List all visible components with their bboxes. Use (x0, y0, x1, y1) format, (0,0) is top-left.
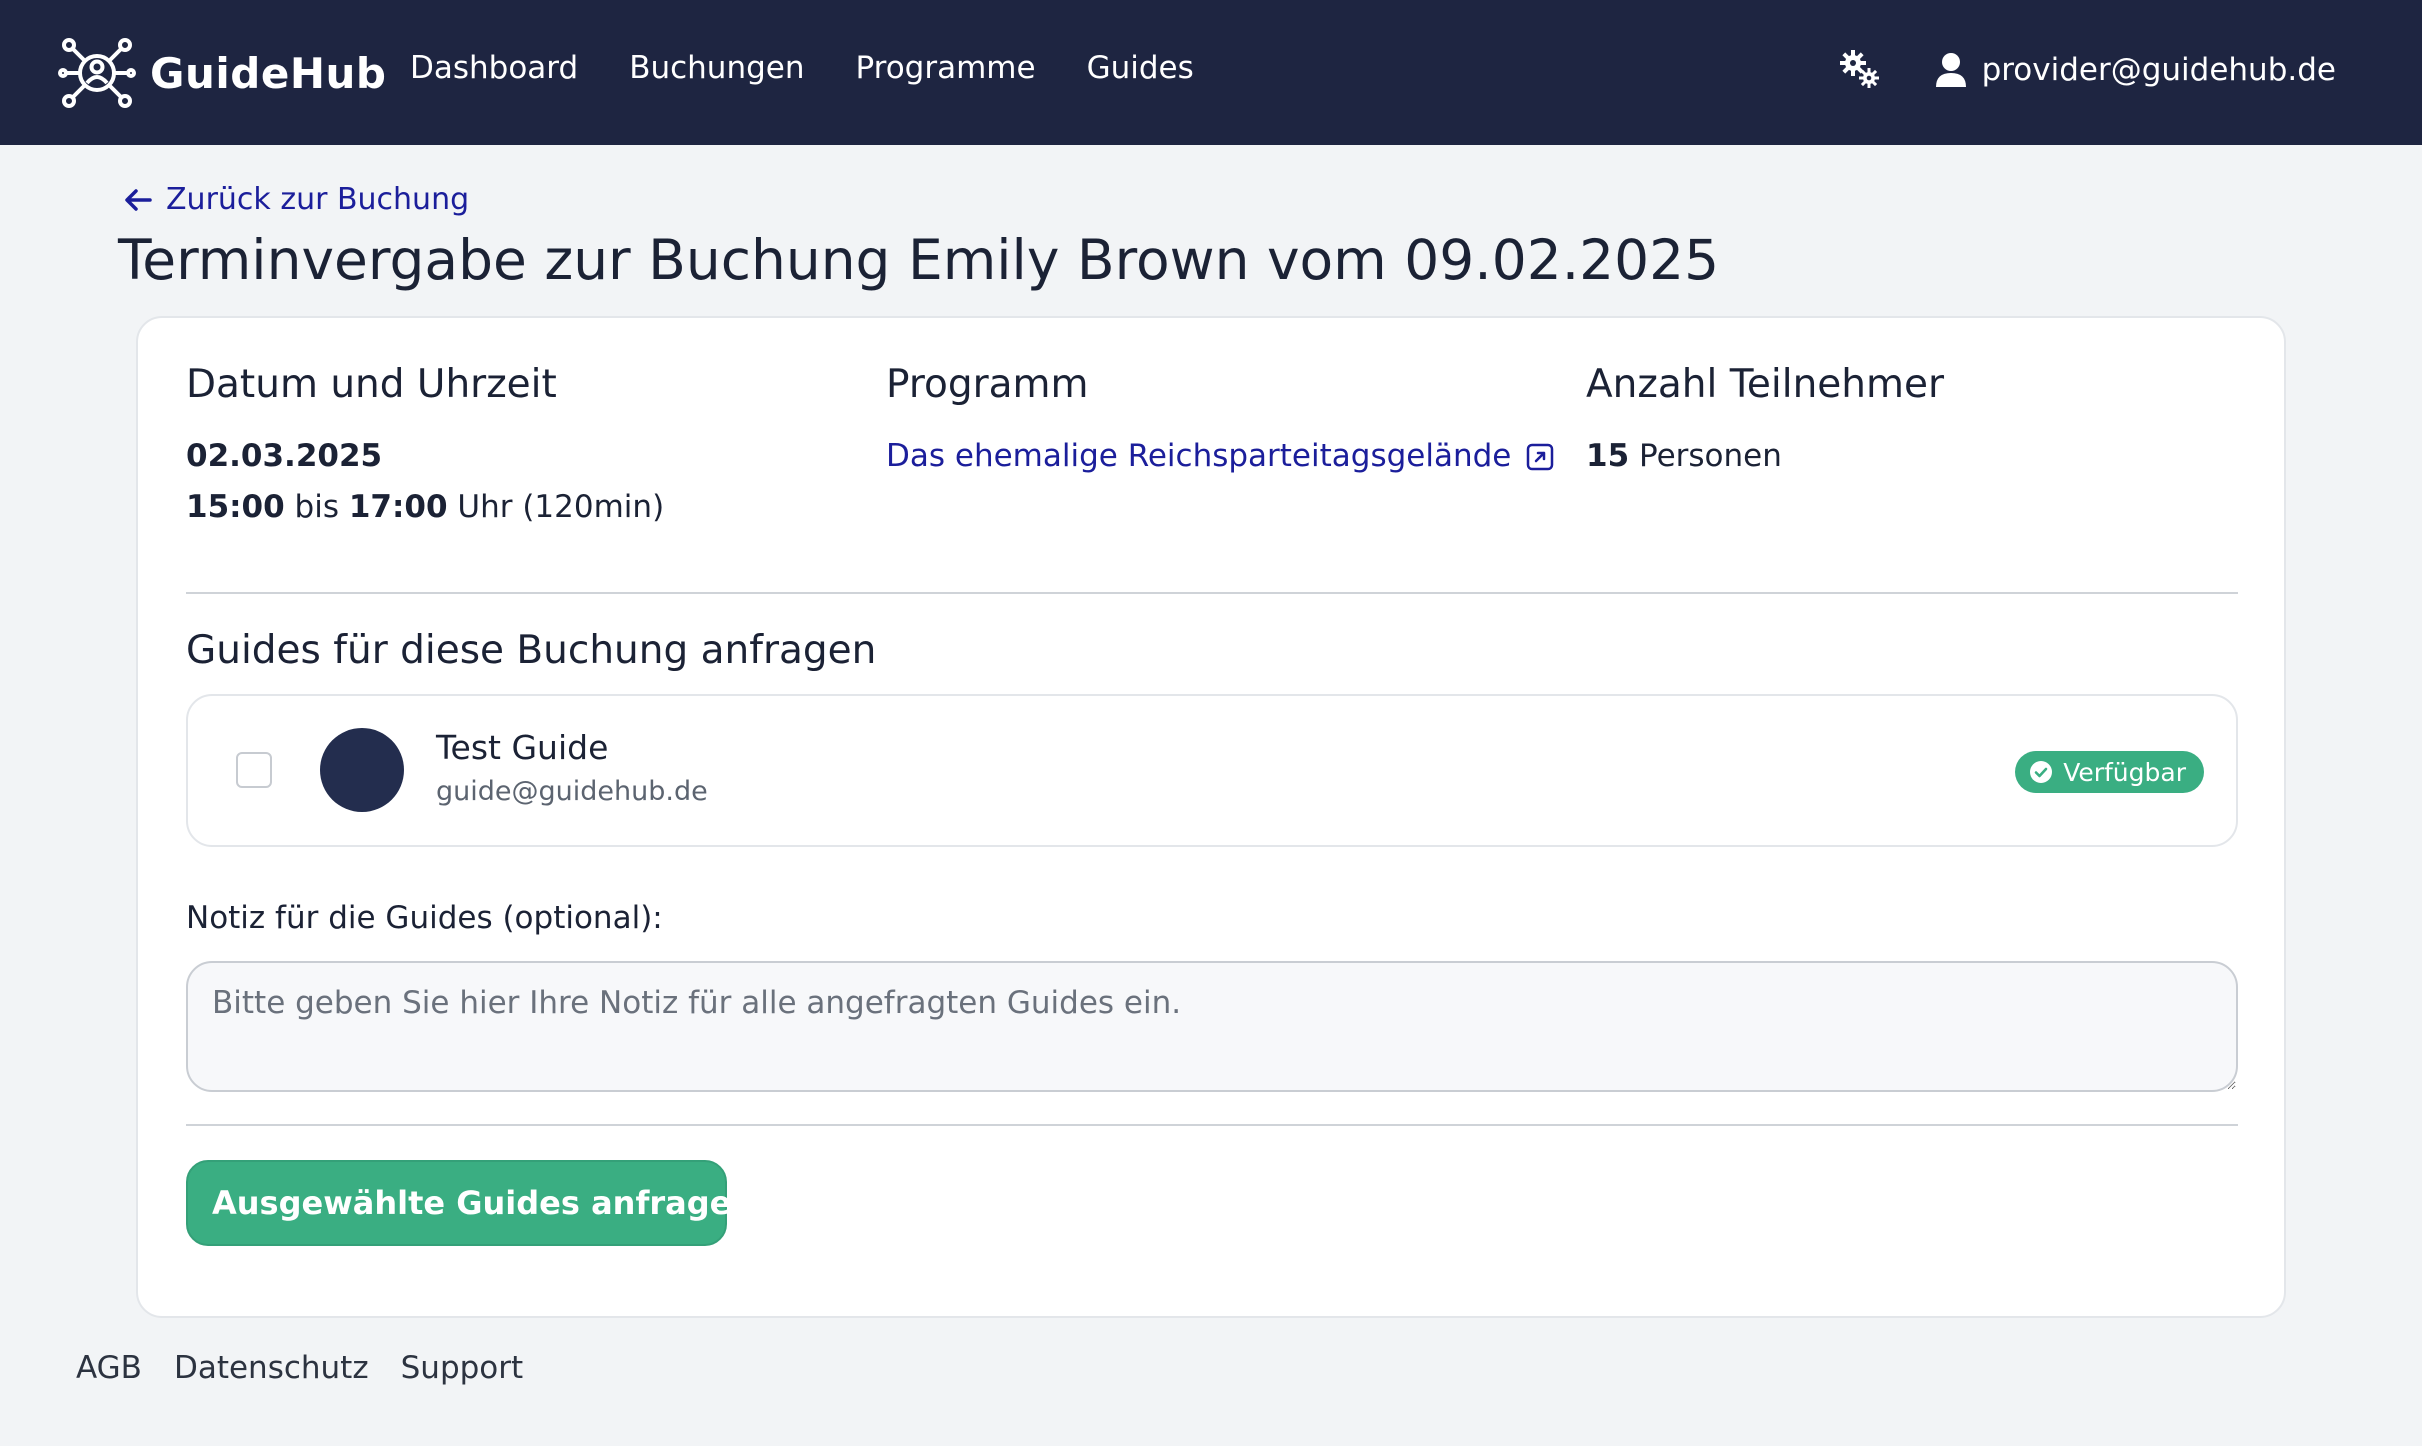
end-time: 17:00 (348, 489, 448, 525)
footer-link-agb[interactable]: AGB (76, 1350, 142, 1386)
participants-line: 15 Personen (1586, 431, 1944, 482)
time-between: bis (294, 489, 339, 525)
gears-icon (1839, 50, 1879, 88)
program-heading: Programm (886, 362, 1089, 407)
brand[interactable]: GuideHub (58, 34, 386, 112)
participants-count: 15 (1586, 438, 1630, 474)
nav-dashboard[interactable]: Dashboard (410, 50, 578, 86)
footer: AGB Datenschutz Support (76, 1350, 555, 1386)
datetime-section: Datum und Uhrzeit 02.03.2025 15:00 bis 1… (186, 362, 664, 533)
date-value: 02.03.2025 (186, 438, 383, 474)
guide-name: Test Guide (436, 728, 609, 767)
footer-link-datenschutz[interactable]: Datenschutz (174, 1350, 369, 1386)
status-text: Verfügbar (2063, 757, 2186, 787)
participants-section: Anzahl Teilnehmer 15 Personen (1586, 362, 1944, 482)
guide-email: guide@guidehub.de (436, 776, 708, 807)
nav-buchungen[interactable]: Buchungen (629, 50, 804, 86)
external-link-icon (1527, 443, 1554, 470)
check-circle-icon (2030, 761, 2053, 783)
nav-programme[interactable]: Programme (856, 50, 1036, 86)
top-navbar: GuideHub Dashboard Buchungen Programme G… (0, 0, 2422, 145)
page-title: Terminvergabe zur Buchung Emily Brown vo… (118, 228, 1720, 292)
footer-link-support[interactable]: Support (401, 1350, 524, 1386)
time-suffix: Uhr (120min) (457, 489, 665, 525)
divider (186, 1124, 2238, 1126)
note-label: Notiz für die Guides (optional): (186, 900, 663, 936)
network-logo-icon (58, 38, 136, 108)
nav-right: provider@guidehub.de (1838, 48, 2336, 92)
participants-heading: Anzahl Teilnehmer (1586, 362, 1945, 407)
request-guides-button[interactable]: Ausgewählte Guides anfragen (186, 1160, 754, 1246)
booking-time: 15:00 bis 17:00 Uhr (120min) (186, 482, 664, 533)
start-time: 15:00 (186, 489, 285, 525)
program-section: Programm Das ehemalige Reichsparteitagsg… (886, 362, 1555, 482)
nav-links: Dashboard Buchungen Programme Guides (410, 50, 1245, 86)
back-link-label: Zurück zur Buchung (166, 182, 470, 217)
note-textarea[interactable] (186, 961, 2238, 1092)
user-icon (1935, 53, 1966, 87)
nav-guides[interactable]: Guides (1087, 50, 1194, 86)
datetime-heading: Datum und Uhrzeit (186, 362, 557, 407)
booking-date: 02.03.2025 (186, 431, 664, 482)
avatar (320, 728, 404, 812)
submit-label: Ausgewählte Guides anfragen (212, 1184, 755, 1222)
booking-card: Datum und Uhrzeit 02.03.2025 15:00 bis 1… (136, 316, 2286, 1318)
back-to-booking-link[interactable]: Zurück zur Buchung (122, 182, 469, 217)
status-badge: Verfügbar (2015, 751, 2204, 793)
participants-unit: Personen (1639, 438, 1782, 474)
user-menu[interactable]: provider@guidehub.de (1934, 52, 2336, 88)
guide-row[interactable]: Test Guide guide@guidehub.de Verfügbar (186, 694, 2238, 847)
brand-name: GuideHub (150, 48, 387, 98)
settings-button[interactable] (1838, 48, 1882, 92)
program-link[interactable]: Das ehemalige Reichsparteitagsgelände (886, 431, 1555, 482)
arrow-left-icon (125, 188, 152, 211)
user-email: provider@guidehub.de (1981, 52, 2336, 88)
guides-section-title: Guides für diese Buchung anfragen (186, 628, 877, 673)
guide-checkbox[interactable] (236, 752, 272, 788)
divider (186, 592, 2238, 594)
program-name: Das ehemalige Reichsparteitagsgelände (886, 438, 1512, 474)
